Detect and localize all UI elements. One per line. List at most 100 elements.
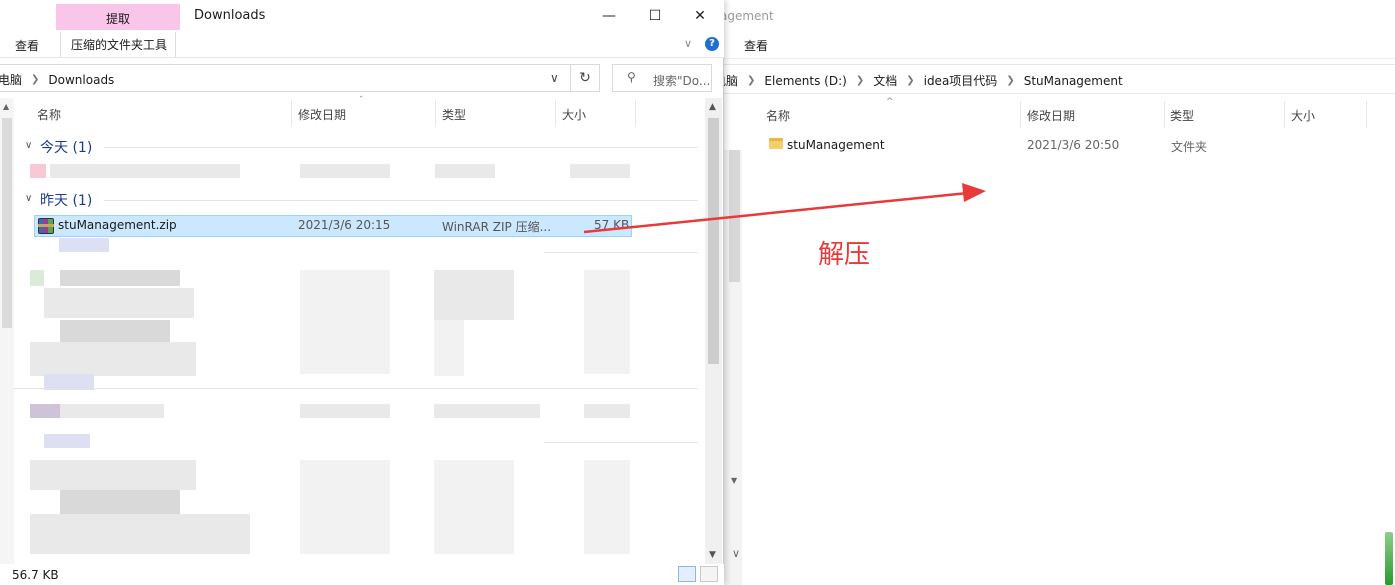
scroll-up-arrow-icon[interactable]: ▲ bbox=[3, 102, 9, 111]
group-collapse-icon[interactable]: ∨ bbox=[25, 140, 32, 151]
right-col-type[interactable]: 类型 bbox=[1170, 107, 1194, 124]
right-titlebar: agement bbox=[720, 0, 1395, 32]
right-column-header: 名称 ^ 修改日期 类型 大小 bbox=[760, 97, 1380, 129]
col-divider bbox=[555, 100, 556, 126]
file-name: stuManagement.zip bbox=[58, 218, 177, 232]
right-explorer-window: agement 查看 电脑 ❯ Elements (D:) ❯ 文档 ❯ ide… bbox=[714, 0, 1395, 585]
crumb-downloads[interactable]: Downloads bbox=[48, 73, 114, 87]
ribbon-expand-icon[interactable]: ∨ bbox=[684, 37, 692, 50]
redacted-name bbox=[50, 164, 240, 178]
col-divider bbox=[635, 100, 636, 126]
search-placeholder: 搜索"Do... bbox=[653, 74, 711, 88]
right-folder-row[interactable]: stuManagement 2021/3/6 20:50 文件夹 bbox=[760, 136, 1380, 156]
refresh-icon: ↻ bbox=[579, 70, 591, 86]
annotation-label: 解压 bbox=[818, 240, 871, 270]
today-file-row[interactable] bbox=[30, 164, 630, 182]
group-divider bbox=[14, 388, 698, 389]
scroll-down-arrow-icon[interactable]: ▼ bbox=[731, 476, 737, 485]
redacted-type bbox=[435, 164, 495, 178]
blur-block bbox=[60, 490, 180, 514]
blur-block bbox=[30, 460, 196, 490]
chevron-right-icon: ❯ bbox=[747, 75, 756, 86]
chevron-right-icon: ❯ bbox=[31, 74, 40, 85]
group-today[interactable]: 今天 (1) bbox=[40, 137, 92, 157]
search-input[interactable]: ⚲ 搜索"Do... bbox=[612, 64, 712, 92]
right-col-name[interactable]: 名称 bbox=[766, 107, 790, 124]
right-menubar: 查看 bbox=[720, 32, 1395, 59]
chevron-right-icon: ❯ bbox=[906, 75, 915, 86]
crumb-drive[interactable]: Elements (D:) bbox=[764, 74, 846, 88]
details-view-icon[interactable] bbox=[678, 566, 696, 582]
file-modified: 2021/3/6 20:15 bbox=[298, 218, 391, 232]
col-name[interactable]: 名称 bbox=[37, 106, 61, 123]
chevron-down-icon[interactable]: ∨ bbox=[732, 547, 740, 560]
col-divider bbox=[291, 100, 292, 126]
search-icon: ⚲ bbox=[627, 70, 636, 84]
scroll-up-arrow-icon[interactable]: ▲ bbox=[709, 102, 716, 112]
group-divider bbox=[544, 442, 698, 443]
scroll-thumb[interactable] bbox=[2, 118, 12, 328]
left-column-header: 名称 ˇ 修改日期 类型 大小 bbox=[24, 96, 704, 128]
col-type[interactable]: 类型 bbox=[442, 106, 466, 123]
scroll-thumb[interactable] bbox=[708, 118, 719, 364]
menu-view[interactable]: 查看 bbox=[15, 37, 39, 54]
status-bar: 56.7 KB bbox=[0, 564, 724, 585]
scroll-down-arrow-icon[interactable]: ▼ bbox=[709, 550, 716, 560]
redacted-file-area bbox=[14, 238, 704, 564]
blur-block bbox=[584, 404, 630, 418]
address-dropdown-icon[interactable]: ∨ bbox=[550, 71, 559, 85]
right-breadcrumb: 电脑 ❯ Elements (D:) ❯ 文档 ❯ idea项目代码 ❯ Stu… bbox=[714, 72, 1123, 89]
right-address-bar[interactable]: 电脑 ❯ Elements (D:) ❯ 文档 ❯ idea项目代码 ❯ Stu… bbox=[714, 64, 1395, 94]
refresh-button[interactable]: ↻ bbox=[570, 64, 600, 92]
vertical-scrollbar[interactable]: ▲ ▼ bbox=[705, 98, 722, 564]
left-address-bar[interactable]: 电脑 ❯ Downloads ∨ bbox=[0, 64, 600, 92]
blur-block bbox=[60, 320, 170, 342]
left-menubar: 查看 压缩的文件夹工具 ∨ bbox=[0, 32, 724, 58]
crumb-stumanagement[interactable]: StuManagement bbox=[1024, 74, 1123, 88]
right-menu-view[interactable]: 查看 bbox=[744, 37, 768, 54]
crumb-docs[interactable]: 文档 bbox=[873, 72, 897, 89]
extract-tool-tab[interactable]: 提取 bbox=[56, 4, 180, 30]
blur-block bbox=[434, 270, 514, 320]
blur-block bbox=[300, 460, 390, 554]
window-title: Downloads bbox=[194, 8, 266, 23]
col-divider bbox=[435, 100, 436, 126]
col-size[interactable]: 大小 bbox=[562, 106, 586, 123]
blur-block bbox=[300, 404, 390, 418]
blur-block bbox=[30, 270, 44, 286]
col-modified[interactable]: 修改日期 bbox=[298, 106, 346, 123]
crumb-pc[interactable]: 电脑 bbox=[0, 71, 22, 88]
folder-modified: 2021/3/6 20:50 bbox=[1027, 138, 1120, 152]
scroll-thumb[interactable] bbox=[729, 150, 740, 282]
col-divider bbox=[1366, 101, 1367, 127]
blur-block bbox=[30, 342, 196, 376]
right-col-size[interactable]: 大小 bbox=[1291, 107, 1315, 124]
right-col-modified[interactable]: 修改日期 bbox=[1027, 107, 1075, 124]
blur-block bbox=[434, 320, 464, 376]
help-icon[interactable]: ? bbox=[705, 37, 719, 51]
left-explorer-window: 提取 Downloads — ☐ ✕ 查看 压缩的文件夹工具 ∨ ? 电脑 ❯ … bbox=[0, 0, 724, 585]
sort-down-icon: ˇ bbox=[359, 96, 364, 106]
blur-block bbox=[434, 404, 540, 418]
left-titlebar: 提取 Downloads — ☐ ✕ bbox=[0, 0, 724, 32]
right-scrollbar-indicator[interactable] bbox=[1385, 532, 1393, 585]
sort-up-icon: ^ bbox=[886, 97, 894, 107]
blur-block bbox=[584, 460, 630, 554]
maximize-button[interactable]: ☐ bbox=[632, 2, 678, 30]
close-button[interactable]: ✕ bbox=[677, 2, 723, 30]
col-divider bbox=[1164, 101, 1165, 127]
blur-block bbox=[60, 270, 180, 286]
redacted-date bbox=[300, 164, 390, 178]
large-icons-view-icon[interactable] bbox=[700, 566, 718, 582]
minimize-button[interactable]: — bbox=[586, 2, 632, 30]
left-edge-scroll[interactable]: ▲ bbox=[0, 98, 14, 564]
chevron-right-icon: ❯ bbox=[855, 75, 865, 86]
menu-compressed-tools[interactable]: 压缩的文件夹工具 bbox=[60, 32, 177, 57]
blur-block bbox=[584, 270, 630, 374]
file-icon bbox=[30, 164, 46, 178]
crumb-idea[interactable]: idea项目代码 bbox=[924, 72, 998, 89]
group-collapse-icon[interactable]: ∨ bbox=[25, 193, 32, 204]
left-breadcrumb: 电脑 ❯ Downloads bbox=[0, 71, 114, 88]
col-divider bbox=[1284, 101, 1285, 127]
group-yesterday[interactable]: 昨天 (1) bbox=[40, 190, 92, 210]
